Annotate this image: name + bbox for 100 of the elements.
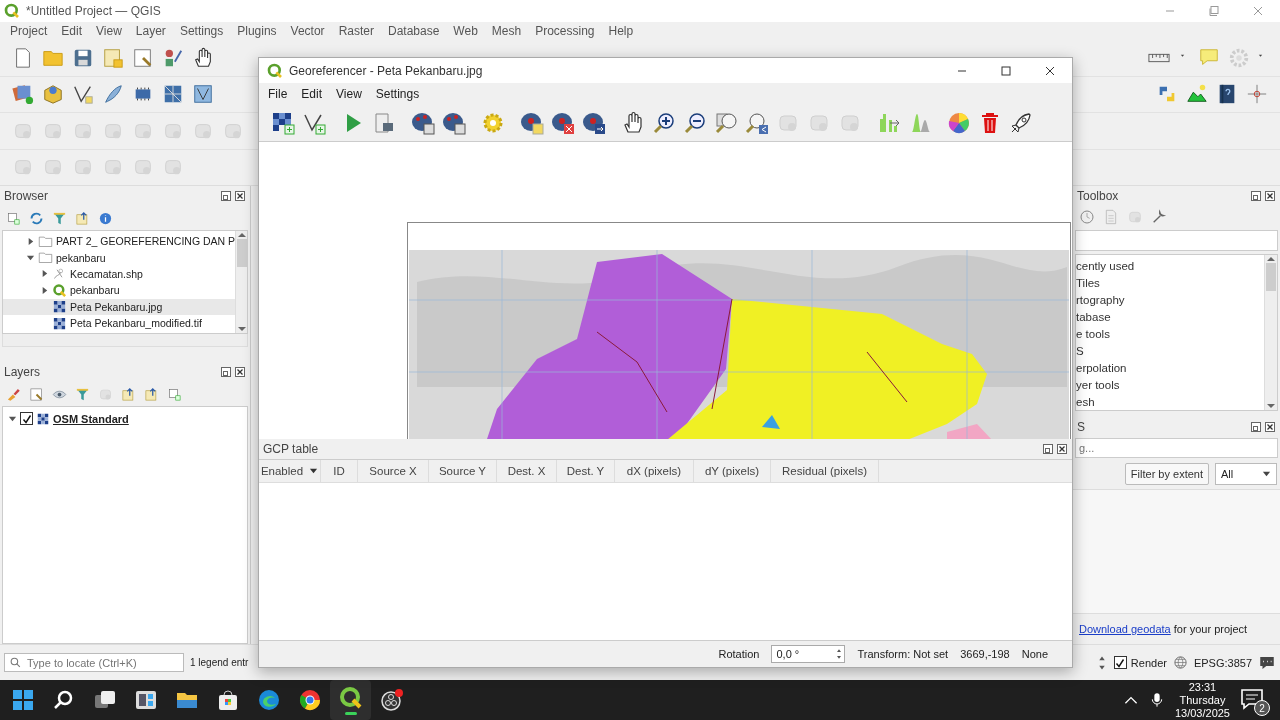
- menu-item[interactable]: Settings: [172, 24, 231, 38]
- info-icon[interactable]: [98, 210, 113, 226]
- float-icon[interactable]: [1042, 443, 1054, 455]
- legend-row[interactable]: OSM Standard: [7, 410, 243, 427]
- clock[interactable]: 23:31 Thursday 13/03/2025: [1174, 680, 1230, 720]
- close-icon[interactable]: [234, 366, 246, 378]
- page-icon[interactable]: [132, 46, 154, 69]
- crosshair-icon[interactable]: [1246, 83, 1268, 106]
- float-icon[interactable]: [1250, 189, 1262, 202]
- float-icon[interactable]: [220, 190, 232, 202]
- scrollbar[interactable]: [1264, 255, 1277, 410]
- menu-item[interactable]: Processing: [528, 24, 602, 38]
- point-move-icon[interactable]: [582, 111, 606, 135]
- point-delete-icon[interactable]: [551, 111, 575, 135]
- search-field[interactable]: g...: [1075, 438, 1278, 458]
- paint-icon[interactable]: [6, 386, 21, 402]
- feather-icon[interactable]: [102, 83, 124, 106]
- color-wheel-icon[interactable]: [947, 111, 971, 135]
- column-header[interactable]: Residual (pixels): [771, 460, 879, 482]
- column-header[interactable]: ID: [321, 460, 358, 482]
- column-header[interactable]: Source X: [358, 460, 429, 482]
- menu-item[interactable]: Layer: [128, 24, 173, 38]
- column-header[interactable]: Dest. Y: [557, 460, 615, 482]
- browser-icon[interactable]: [256, 688, 281, 712]
- layers-add-icon[interactable]: [12, 83, 34, 106]
- add-icon[interactable]: [167, 386, 182, 402]
- zoom-last-icon[interactable]: [745, 111, 769, 135]
- tree-item[interactable]: Peta Pekanbaru.jpg: [3, 298, 236, 315]
- scroll-thumb[interactable]: [1266, 263, 1276, 291]
- rocket-icon[interactable]: [1009, 111, 1033, 135]
- close-icon[interactable]: [1056, 443, 1068, 455]
- filter-icon[interactable]: [52, 210, 67, 226]
- checkbox[interactable]: [1113, 656, 1127, 669]
- close-icon[interactable]: [1264, 421, 1276, 433]
- widgets-icon[interactable]: [133, 688, 158, 712]
- download-link[interactable]: Download geodata: [1079, 623, 1171, 635]
- expand-arrow-icon[interactable]: [7, 414, 17, 423]
- tree-item[interactable]: pekanbaru: [3, 249, 236, 266]
- collapse-icon[interactable]: [144, 386, 159, 402]
- float-icon[interactable]: [220, 366, 232, 378]
- raster-add-icon[interactable]: [271, 111, 295, 135]
- column-header[interactable]: Enabled: [259, 460, 321, 482]
- filter-icon[interactable]: [75, 386, 90, 402]
- add-icon[interactable]: [6, 210, 21, 226]
- menu-item[interactable]: Project: [3, 24, 55, 38]
- start-icon[interactable]: [10, 688, 35, 712]
- checkbox[interactable]: [20, 412, 33, 425]
- points-load-icon[interactable]: [411, 111, 435, 135]
- rotation-field[interactable]: 0,0 °: [771, 645, 846, 663]
- tree-item[interactable]: Kecamatan.shp: [3, 265, 236, 283]
- page-icon[interactable]: [29, 386, 44, 402]
- point-add-icon[interactable]: [520, 111, 544, 135]
- zoom-out-icon[interactable]: [683, 111, 707, 135]
- refresh-icon[interactable]: [29, 210, 44, 226]
- menu-item[interactable]: Database: [380, 24, 447, 38]
- menu-item[interactable]: Raster: [331, 24, 381, 38]
- menu-item[interactable]: Web: [446, 24, 485, 38]
- filter-button[interactable]: Filter by extent: [1124, 463, 1209, 485]
- scrollbar[interactable]: [235, 231, 247, 333]
- gcp-table[interactable]: Enabled ID Source X Source Y Dest. X Dest. Y dX (pixels) dY (pixels) Residual (pixels): [259, 459, 1072, 641]
- menu-item[interactable]: View: [329, 87, 369, 101]
- scrollbar[interactable]: [2, 334, 248, 347]
- column-header[interactable]: Source Y: [429, 460, 497, 482]
- notification-icon[interactable]: [1240, 687, 1264, 711]
- toolbox-item[interactable]: e tools: [1076, 327, 1110, 340]
- q-logo-icon[interactable]: [338, 685, 363, 710]
- toolbox-item[interactable]: tabase: [1076, 310, 1111, 323]
- collapse-icon[interactable]: [75, 210, 90, 226]
- toolbox-item[interactable]: S: [1076, 344, 1084, 357]
- expand-arrow-icon[interactable]: [25, 253, 35, 263]
- menu-item[interactable]: Mesh: [484, 24, 529, 38]
- map-canvas[interactable]: [259, 142, 1072, 439]
- menu-item[interactable]: Settings: [368, 87, 427, 101]
- record-app-icon[interactable]: [379, 688, 404, 712]
- tree-item[interactable]: pekanbaru: [3, 282, 236, 299]
- globe-icon[interactable]: [1172, 655, 1188, 670]
- search-field[interactable]: [1075, 229, 1278, 251]
- menu-item[interactable]: Vector: [283, 24, 332, 38]
- georeferencer-window[interactable]: [258, 57, 1073, 668]
- close-icon[interactable]: [1264, 189, 1276, 202]
- crs-label[interactable]: EPSG:3857: [1193, 656, 1252, 669]
- toolbox-item[interactable]: erpolation: [1076, 361, 1127, 374]
- locate-field[interactable]: Type to locate (Ctrl+K): [4, 653, 184, 672]
- tree-item[interactable]: Peta Pekanbaru_modified.tif: [3, 314, 236, 332]
- vector-node-icon[interactable]: [192, 83, 214, 106]
- close-icon[interactable]: [234, 190, 246, 202]
- hand-icon[interactable]: [192, 46, 214, 69]
- menu-item[interactable]: View: [89, 24, 129, 38]
- menu-item[interactable]: File: [261, 87, 295, 101]
- points-load-icon[interactable]: [442, 111, 466, 135]
- zoom-in-icon[interactable]: [652, 111, 676, 135]
- export-icon[interactable]: [372, 111, 396, 135]
- column-header[interactable]: dY (pixels): [694, 460, 771, 482]
- tree-item[interactable]: PART 2_ GEOREFERENCING DAN P: [3, 233, 236, 250]
- toolbox-item[interactable]: yer tools: [1076, 378, 1120, 391]
- menu-item[interactable]: Plugins: [230, 24, 284, 38]
- column-header[interactable]: Dest. X: [497, 460, 557, 482]
- menu-item[interactable]: Edit: [54, 24, 90, 38]
- database-icon[interactable]: [42, 83, 64, 106]
- caret-icon[interactable]: [1262, 469, 1271, 479]
